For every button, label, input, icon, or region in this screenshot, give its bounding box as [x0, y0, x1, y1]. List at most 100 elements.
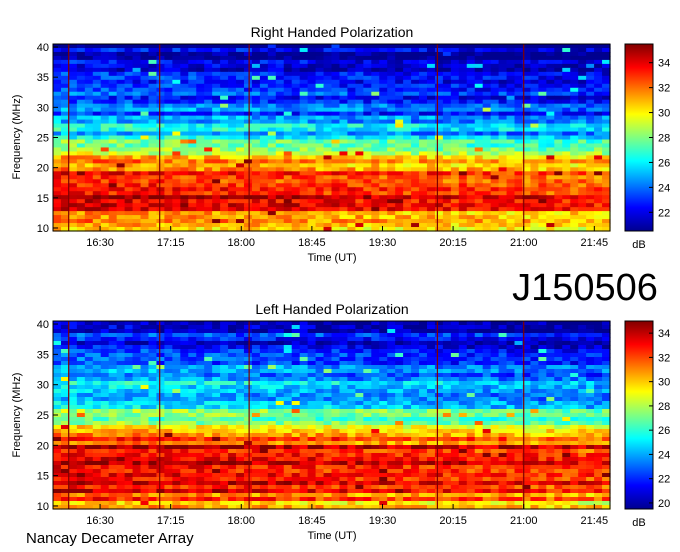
spectrogram-cell	[156, 361, 165, 366]
spectrogram-cell	[315, 325, 325, 330]
spectrogram-cell	[578, 59, 587, 65]
spectrogram-cell	[212, 99, 221, 105]
spectrogram-cell	[283, 79, 293, 85]
spectrogram-cell	[164, 381, 173, 386]
spectrogram-cell	[482, 155, 492, 160]
spectrogram-cell	[196, 79, 205, 85]
spectrogram-cell	[243, 349, 253, 354]
spectrogram-cell	[586, 191, 595, 196]
spectrogram-cell	[92, 51, 102, 57]
spectrogram-cell	[474, 365, 484, 370]
spectrogram-cell	[116, 79, 126, 85]
spectrogram-cell	[291, 385, 301, 390]
spectrogram-cell	[212, 131, 221, 137]
spectrogram-cell	[275, 405, 285, 410]
spectrogram-cell	[132, 405, 142, 410]
spectrogram-cell	[148, 103, 158, 109]
spectrogram-cell	[204, 47, 213, 53]
spectrogram-cell	[212, 397, 221, 402]
spectrogram-cell	[426, 103, 436, 109]
spectrogram-cell	[100, 325, 110, 330]
right-colorbar	[624, 43, 654, 232]
spectrogram-cell	[403, 365, 412, 370]
spectrogram-cell	[411, 219, 420, 224]
spectrogram-cell	[259, 353, 269, 358]
spectrogram-cell	[299, 143, 309, 149]
spectrogram-cell	[586, 389, 595, 394]
spectrogram-cell	[100, 99, 110, 105]
spectrogram-cell	[283, 353, 293, 358]
spectrogram-cell	[172, 159, 181, 164]
spectrogram-cell	[339, 405, 349, 410]
spectrogram-cell	[307, 139, 317, 145]
spectrogram-cell	[212, 187, 221, 192]
spectrogram-cell	[315, 115, 325, 121]
left-panel-title: Left Handed Polarization	[255, 301, 408, 317]
spectrogram-cell	[140, 337, 150, 342]
spectrogram-cell	[172, 79, 181, 85]
spectrogram-cell	[228, 99, 237, 105]
spectrogram-cell	[387, 377, 396, 382]
spectrogram-cell	[243, 159, 253, 164]
spectrogram-cell	[243, 377, 253, 382]
spectrogram-cell	[196, 91, 205, 97]
spectrogram-cell	[228, 71, 237, 77]
spectrogram-cell	[275, 143, 285, 149]
spectrogram-cell	[450, 91, 460, 97]
spectrogram-cell	[212, 223, 221, 228]
spectrogram-cell	[92, 345, 102, 350]
spectrogram-cell	[259, 59, 269, 65]
spectrogram-cell	[586, 365, 595, 370]
spectrogram-cell	[546, 175, 555, 180]
spectrogram-cell	[315, 381, 325, 386]
spectrogram-cell	[594, 127, 603, 133]
spectrogram-cell	[371, 115, 380, 121]
spectrogram-cell	[458, 345, 468, 350]
spectrogram-cell	[450, 373, 460, 378]
spectrogram-cell	[347, 44, 356, 49]
spectrogram-cell	[323, 393, 333, 398]
spectrogram-cell	[426, 369, 436, 374]
spectrogram-cell	[299, 75, 309, 81]
spectrogram-cell	[419, 91, 428, 97]
spectrogram-cell	[570, 175, 579, 180]
spectrogram-cell	[530, 111, 539, 117]
spectrogram-cell	[586, 223, 595, 228]
spectrogram-cell	[299, 199, 309, 204]
spectrogram-cell	[530, 135, 539, 141]
spectrogram-cell	[546, 401, 555, 406]
spectrogram-cell	[387, 47, 396, 53]
spectrogram-cell	[586, 71, 595, 77]
spectrogram-cell	[403, 131, 412, 137]
spectrogram-cell	[602, 397, 611, 402]
spectrogram-cell	[315, 353, 325, 358]
spectrogram-cell	[220, 397, 229, 402]
spectrogram-cell	[363, 63, 372, 69]
spectrogram-cell	[53, 71, 62, 77]
spectrogram-cell	[100, 171, 110, 176]
spectrogram-cell	[442, 349, 452, 354]
spectrogram-cell	[355, 195, 364, 200]
spectrogram-cell	[371, 195, 380, 200]
spectrogram-cell	[68, 119, 78, 125]
spectrogram-cell	[164, 321, 173, 326]
spectrogram-cell	[243, 183, 253, 188]
spectrogram-cell	[220, 91, 229, 97]
spectrogram-cell	[434, 143, 444, 149]
spectrogram-cell	[403, 71, 412, 77]
spectrogram-cell	[251, 373, 261, 378]
spectrogram-cell	[586, 401, 595, 406]
spectrogram-cell	[395, 135, 404, 141]
spectrogram-cell	[76, 63, 86, 69]
spectrogram-cell	[148, 131, 158, 137]
spectrogram-cell	[602, 381, 611, 386]
spectrogram-cell	[220, 63, 229, 69]
spectrogram-cell	[355, 349, 364, 354]
spectrogram-cell	[514, 107, 524, 113]
spectrogram-cell	[419, 67, 428, 73]
spectrogram-cell	[411, 75, 420, 81]
spectrogram-cell	[355, 119, 364, 125]
spectrogram-cell	[132, 203, 142, 208]
spectrogram-cell	[554, 219, 563, 224]
spectrogram-cell	[586, 135, 595, 141]
